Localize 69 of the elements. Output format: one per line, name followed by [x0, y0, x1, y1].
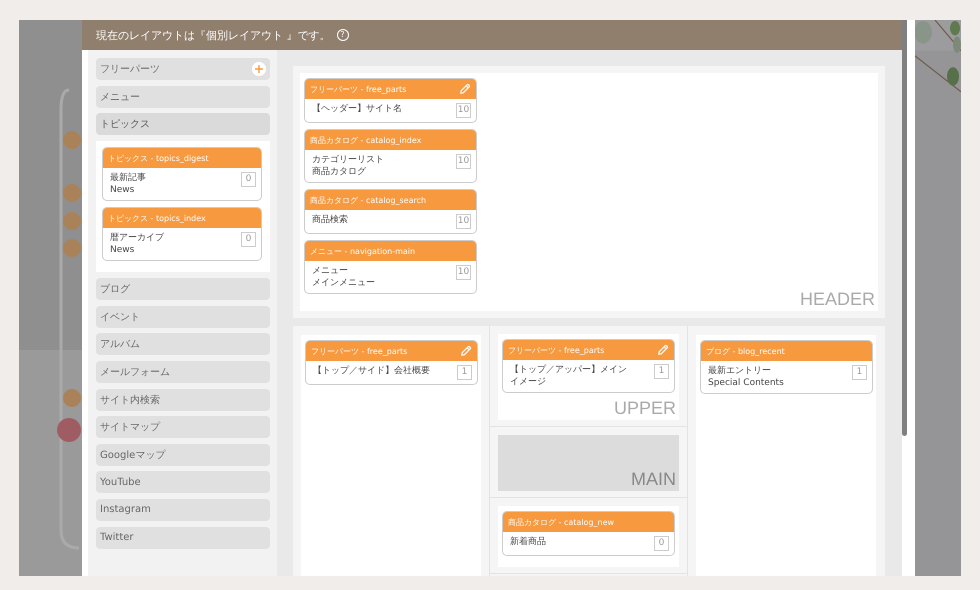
part-text: 商品カタログ: [312, 166, 367, 178]
part-card[interactable]: メニュー - navigation-main メニュー メインメニュー 10: [304, 240, 477, 294]
part-card[interactable]: 商品カタログ - catalog_new 新着商品 0: [502, 511, 675, 556]
part-card[interactable]: トピックス - topics_digest 最新記事 News 0: [102, 147, 262, 202]
category-item[interactable]: Googleマップ: [96, 444, 270, 466]
count-field[interactable]: 10: [456, 154, 471, 169]
count-field[interactable]: 10: [456, 103, 471, 118]
zone-label: MAIN: [631, 469, 676, 490]
part-title: 商品カタログ - catalog_index: [310, 134, 422, 146]
pencil-icon[interactable]: [460, 345, 472, 357]
part-text: 新着商品: [510, 536, 546, 548]
count-field[interactable]: 1: [457, 365, 472, 380]
category-item[interactable]: メールフォーム: [96, 360, 270, 383]
pencil-icon[interactable]: [459, 83, 471, 95]
category-item[interactable]: フリーパーツ: [96, 58, 270, 80]
part-card[interactable]: フリーパーツ - free_parts 【ヘッダー】サイト名 10: [304, 78, 477, 123]
part-title: フリーパーツ - free_parts: [310, 84, 406, 94]
part-text: イメージ: [510, 376, 547, 388]
part-title: フリーパーツ - free_parts: [311, 346, 408, 356]
category-item[interactable]: Twitter: [96, 526, 270, 549]
dialog-title: 現在のレイアウトは『個別レイアウト 』です。: [96, 28, 330, 42]
part-card[interactable]: フリーパーツ - free_parts 【トップ／アッパー】メイン イメージ 1: [502, 339, 675, 393]
part-text: 【トップ／サイド】会社概要: [313, 365, 430, 377]
count-field[interactable]: 0: [241, 172, 256, 188]
part-title: ブログ - blog_recent: [706, 346, 785, 356]
category-item[interactable]: メニュー: [96, 86, 270, 108]
category-item[interactable]: トピックス: [96, 113, 270, 136]
help-button[interactable]: ?: [336, 29, 348, 41]
scrollbar-thumb[interactable]: [902, 20, 907, 436]
part-text: 【トップ／アッパー】メイン: [510, 364, 627, 376]
category-item[interactable]: サイトマップ: [96, 416, 270, 438]
part-text: News: [110, 184, 136, 196]
part-title: 商品カタログ - catalog_new: [508, 516, 614, 528]
part-text: メインメニュー: [312, 277, 375, 289]
count-field[interactable]: 0: [654, 536, 669, 551]
category-item[interactable]: ブログ: [96, 278, 270, 300]
part-card[interactable]: ブログ - blog_recent 最新エントリー Special Contents 1: [700, 340, 873, 394]
count-field[interactable]: 10: [456, 265, 471, 280]
count-field[interactable]: 1: [654, 364, 669, 379]
count-field[interactable]: 0: [241, 232, 256, 248]
part-card[interactable]: トピックス - topics_index 暦アーカイブ News 0: [102, 207, 262, 262]
count-field[interactable]: 1: [852, 365, 867, 380]
zone-label: HEADER: [800, 289, 875, 310]
count-field[interactable]: 10: [456, 214, 471, 229]
part-card[interactable]: フリーパーツ - free_parts 【トップ／サイド】会社概要 1: [305, 340, 478, 385]
zone-label: UPPER: [614, 398, 676, 419]
part-title: フリーパーツ - free_parts: [508, 344, 604, 356]
part-card[interactable]: 商品カタログ - catalog_index カテゴリーリスト 商品カタログ 10: [304, 129, 477, 183]
part-text: 最新エントリー: [708, 365, 772, 377]
part-text: News: [110, 244, 136, 256]
part-text: 暦アーカイブ: [110, 232, 164, 244]
add-icon[interactable]: [252, 62, 266, 76]
category-item[interactable]: サイト内検索: [96, 388, 270, 411]
category-item[interactable]: YouTube: [96, 471, 270, 494]
pencil-icon[interactable]: [657, 344, 669, 356]
part-title: トピックス - topics_index: [108, 212, 206, 224]
part-title: トピックス - topics_digest: [108, 152, 208, 164]
part-text: Special Contents: [708, 377, 784, 389]
part-title: メニュー - navigation-main: [310, 246, 416, 256]
category-item[interactable]: イベント: [96, 306, 270, 328]
part-text: メニュー: [312, 265, 349, 277]
category-item[interactable]: アルバム: [96, 333, 270, 356]
part-text: 【ヘッダー】サイト名: [312, 103, 402, 115]
part-title: 商品カタログ - catalog_search: [310, 194, 426, 206]
category-item[interactable]: Instagram: [96, 498, 270, 521]
part-text: 商品検索: [312, 214, 348, 226]
part-card[interactable]: 商品カタログ - catalog_search 商品検索 10: [304, 189, 477, 234]
part-text: カテゴリーリスト: [312, 154, 384, 166]
part-text: 最新記事: [110, 172, 146, 184]
